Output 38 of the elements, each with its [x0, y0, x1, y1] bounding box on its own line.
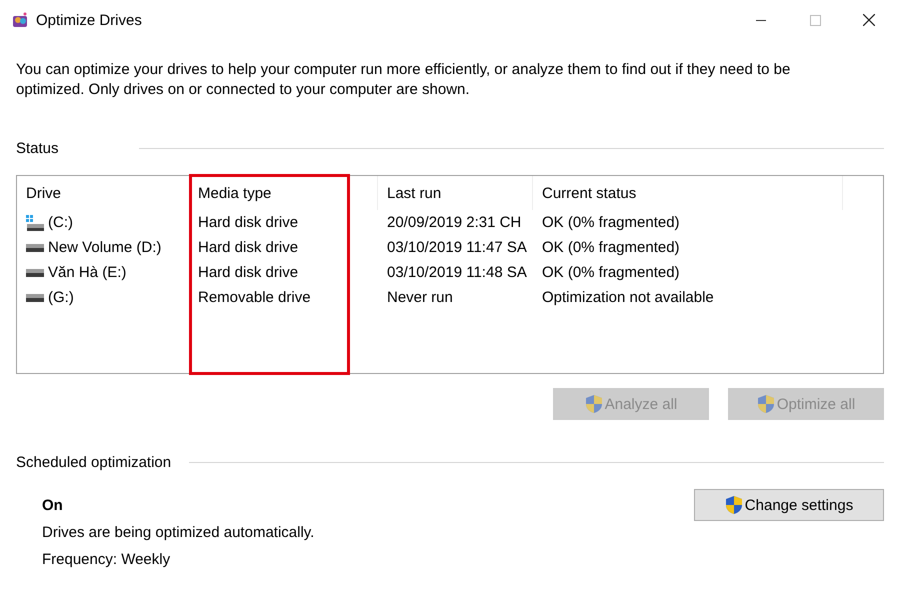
drive-icon [26, 294, 44, 302]
maximize-icon [810, 14, 820, 26]
table-cell: Removable drive [198, 289, 311, 306]
system-drive-icon [26, 214, 44, 230]
column-header[interactable]: Current status [542, 184, 636, 202]
section-heading: Status [16, 140, 59, 157]
table-cell: OK (0% fragmented) [542, 264, 680, 281]
table-cell: Hard disk drive [198, 214, 298, 231]
table-cell: (C:) [48, 214, 73, 231]
table-cell: 03/10/2019 11:47 SA [387, 239, 527, 256]
shield-icon [724, 495, 743, 515]
table-cell: Never run [387, 289, 453, 306]
table-cell: New Volume (D:) [48, 239, 162, 256]
drive-icon [26, 268, 44, 276]
column-header[interactable]: Drive [26, 184, 62, 202]
table-cell: Hard disk drive [198, 264, 298, 281]
table-cell: OK (0% fragmented) [542, 239, 680, 256]
window-title: Optimize Drives [36, 12, 143, 28]
close-icon [863, 14, 875, 26]
app-icon [12, 12, 28, 28]
section-heading: Scheduled optimization [16, 454, 172, 471]
shield-icon [584, 394, 603, 414]
drive-icon [26, 244, 44, 252]
table-cell: 03/10/2019 11:48 SA [387, 264, 527, 281]
column-header[interactable]: Last run [387, 184, 442, 202]
table-cell: Hard disk drive [198, 239, 298, 256]
shield-icon [756, 394, 775, 414]
table-cell: Optimization not available [542, 289, 714, 306]
table-cell: Văn Hà (E:) [48, 264, 126, 281]
table-cell: OK (0% fragmented) [542, 214, 680, 231]
table-cell: 20/09/2019 2:31 CH [387, 214, 522, 231]
table-cell: (G:) [48, 289, 74, 306]
description-text: You can optimize your drives to help your computer run more efficiently, or analyze them to find out if they need to be optimized. Only drives on or connected to your computer are shown. [16, 60, 792, 100]
schedule-state: On [42, 497, 64, 514]
column-header[interactable]: Media type [198, 184, 272, 202]
schedule-message: Drives are being optimized automatically. [42, 524, 316, 541]
change-settings-button[interactable]: Change settings [694, 489, 884, 521]
frequency-text: Frequency: Weekly [42, 551, 172, 568]
